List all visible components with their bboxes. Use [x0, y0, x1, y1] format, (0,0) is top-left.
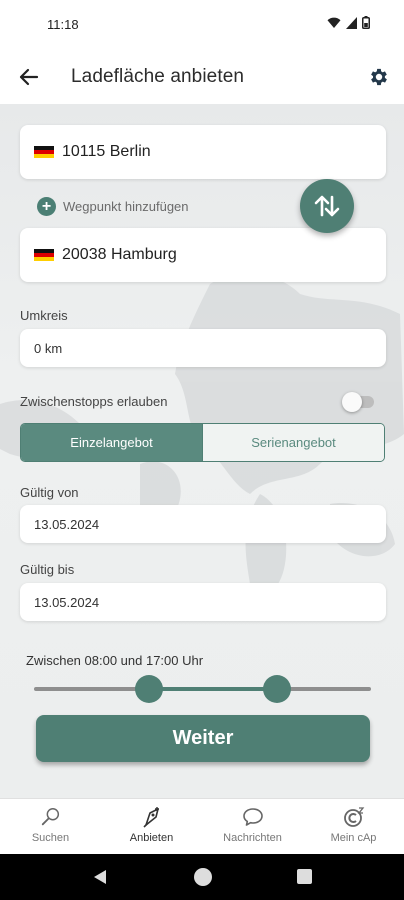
origin-value: 10115 Berlin: [62, 143, 151, 160]
origin-field[interactable]: 10115 Berlin: [20, 125, 386, 179]
bottom-nav: Suchen Anbieten Nachrichten Mein cAp: [0, 798, 404, 854]
nav-label-offer: Anbieten: [129, 832, 174, 844]
system-home-button[interactable]: [194, 868, 212, 886]
nav-label-account: Mein cAp: [330, 832, 377, 844]
destination-value: 20038 Hamburg: [62, 246, 177, 263]
chat-icon: [242, 808, 263, 826]
nav-item-search[interactable]: Suchen: [0, 799, 101, 854]
add-waypoint-label: Wegpunkt hinzufügen: [63, 199, 189, 214]
valid-from-value: 13.05.2024: [34, 516, 100, 532]
valid-to-value: 13.05.2024: [34, 594, 100, 610]
continue-button[interactable]: Weiter: [36, 715, 370, 762]
nav-item-offer[interactable]: Anbieten: [101, 799, 202, 854]
time-window-label: Zwischen 08:00 und 17:00 Uhr: [26, 653, 204, 668]
system-back-icon[interactable]: [93, 869, 107, 885]
toggle-thumb: [342, 392, 362, 412]
slider-fill: [148, 687, 277, 691]
back-button[interactable]: [16, 64, 42, 90]
add-waypoint-button[interactable]: + Wegpunkt hinzufügen: [37, 197, 189, 216]
status-icons: [327, 16, 370, 29]
valid-from-field[interactable]: 13.05.2024: [20, 505, 386, 543]
stops-toggle[interactable]: [342, 392, 376, 412]
page-title: Ladefläche anbieten: [71, 66, 245, 87]
status-bar: 11:18: [0, 0, 404, 50]
valid-to-label: Gültig bis: [20, 562, 75, 577]
valid-to-field[interactable]: 13.05.2024: [20, 583, 386, 621]
nav-item-messages[interactable]: Nachrichten: [202, 799, 303, 854]
arrow-left-icon: [19, 68, 39, 86]
search-icon: [41, 808, 59, 826]
slider-end-handle[interactable]: [262, 675, 291, 703]
tab-series-offer[interactable]: Serienangebot: [202, 424, 384, 461]
gear-icon: [371, 68, 387, 86]
wifi-icon: [327, 17, 341, 28]
radius-input[interactable]: 0 km: [20, 329, 386, 367]
system-nav-bar: [0, 854, 404, 900]
tab-single-offer[interactable]: Einzelangebot: [21, 424, 202, 461]
app-bar: Ladefläche anbieten: [0, 50, 404, 104]
signal-icon: [346, 16, 357, 29]
status-time: 11:18: [47, 17, 79, 32]
slider-start-handle[interactable]: [134, 675, 163, 703]
nav-item-account[interactable]: Mein cAp: [303, 799, 404, 854]
valid-from-label: Gültig von: [20, 485, 79, 500]
nav-label-messages: Nachrichten: [223, 832, 282, 844]
settings-button[interactable]: [366, 64, 392, 90]
germany-flag-icon: [34, 248, 54, 262]
nav-label-search: Suchen: [31, 832, 70, 844]
radius-value: 0 km: [34, 340, 63, 356]
account-icon: [343, 807, 364, 827]
battery-icon: [362, 16, 370, 29]
main-content: 10115 Berlin + Wegpunkt hinzufügen 20038…: [0, 104, 404, 798]
plus-icon: +: [37, 197, 56, 216]
system-recents-button[interactable]: [297, 869, 312, 884]
offer-type-selector: Einzelangebot Serienangebot: [20, 423, 385, 462]
stops-label: Zwischenstopps erlauben: [20, 394, 168, 409]
germany-flag-icon: [34, 145, 54, 159]
offer-icon: [142, 807, 159, 828]
time-range-slider[interactable]: [34, 674, 371, 704]
radius-label: Umkreis: [20, 308, 68, 323]
swap-route-button[interactable]: [300, 179, 354, 233]
swap-vertical-icon: [314, 195, 340, 217]
destination-field[interactable]: 20038 Hamburg: [20, 228, 386, 282]
